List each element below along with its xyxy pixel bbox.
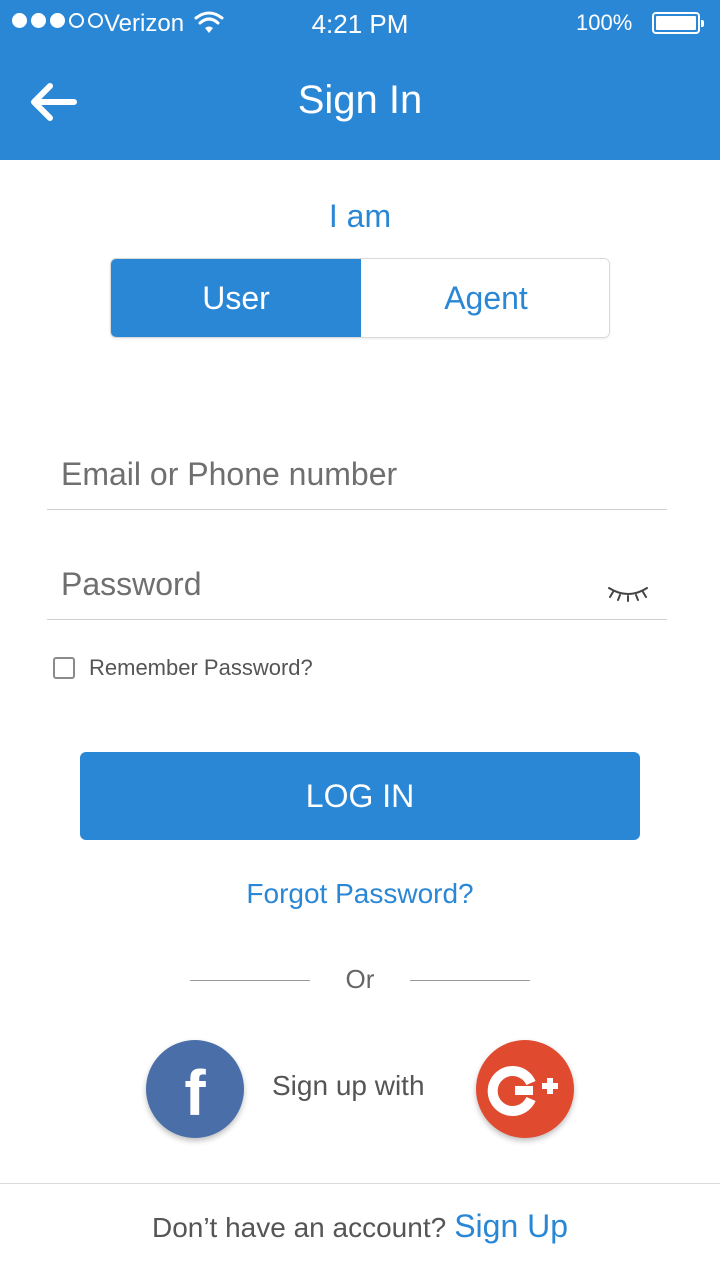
role-label: I am [328, 198, 392, 234]
no-account-text: Don’t have an account? [151, 1212, 447, 1243]
status-bar: Verizon 4:21 PM 100% [0, 0, 720, 48]
google-plus-icon [487, 1066, 558, 1116]
forgot-password-link[interactable]: Forgot Password? [0, 878, 720, 910]
role-option-agent[interactable]: Agent [361, 259, 609, 337]
footer-divider [0, 1183, 720, 1184]
google-plus-signup-button[interactable] [476, 1040, 574, 1138]
password-field[interactable]: Password [47, 558, 667, 620]
facebook-icon: f [184, 1057, 206, 1129]
remember-password-label: Remember Password? [89, 655, 313, 680]
role-option-user[interactable]: User [111, 259, 361, 337]
remember-password-checkbox[interactable]: Remember Password? [53, 655, 313, 681]
password-placeholder: Password [61, 566, 202, 602]
divider-right [410, 980, 530, 981]
battery-percentage: 100% [576, 10, 633, 35]
login-button[interactable]: LOG IN [80, 752, 640, 840]
page-title: Sign In [297, 78, 423, 122]
facebook-signup-button[interactable]: f [146, 1040, 244, 1138]
or-divider-label: Or [345, 964, 375, 994]
email-placeholder: Email or Phone number [61, 456, 398, 492]
sign-in-screen: Verizon 4:21 PM 100% Sign In I am User A… [0, 0, 720, 1280]
app-header: Sign In [0, 48, 720, 160]
hidden-eye-icon[interactable] [607, 584, 649, 604]
signup-link[interactable]: Sign Up [454, 1208, 568, 1244]
checkbox-box[interactable] [53, 657, 75, 679]
signup-with-label: Sign up with [272, 1070, 425, 1101]
signup-footer: Don’t have an account? Sign Up [0, 1208, 720, 1245]
battery-icon [652, 12, 704, 34]
email-field[interactable]: Email or Phone number [47, 448, 667, 510]
role-segmented-control: User Agent [110, 258, 610, 338]
